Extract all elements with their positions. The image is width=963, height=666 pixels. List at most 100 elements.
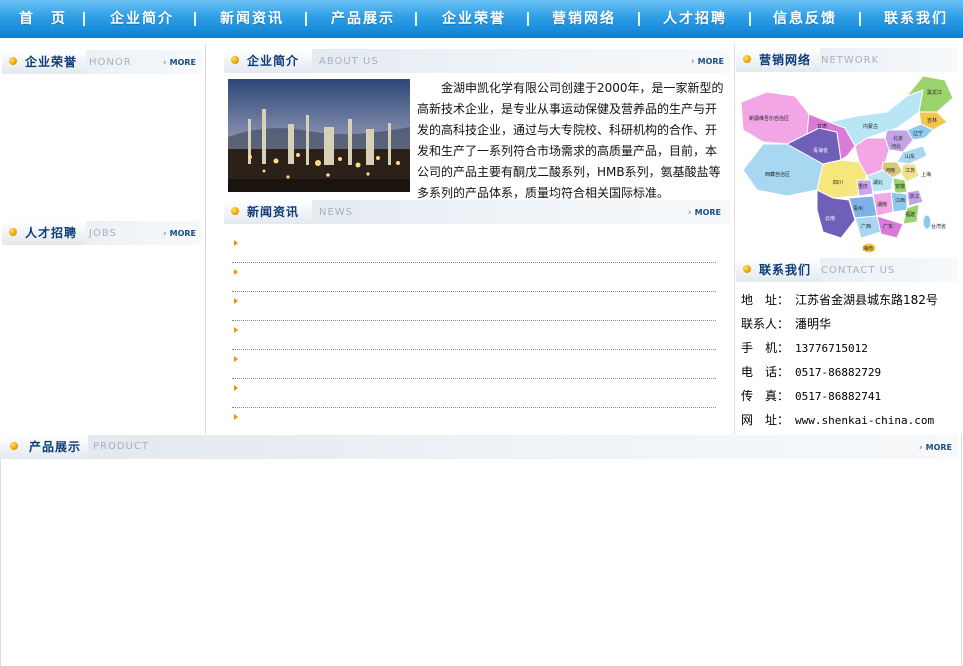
refinery-image (228, 79, 410, 192)
chevron-right-icon: › (690, 57, 695, 67)
svg-text:福建: 福建 (905, 211, 915, 218)
news-list (232, 234, 716, 437)
contact-label: 地 址： (741, 293, 790, 307)
svg-text:江苏: 江苏 (905, 167, 915, 174)
news-section-header: 新闻资讯 NEWS › MORE (224, 200, 730, 224)
refinery-night-photo (228, 79, 410, 192)
nav-jobs[interactable]: 人才招聘 (663, 0, 727, 38)
contact-label: 传 真： (741, 389, 790, 403)
nav-separator (83, 12, 85, 26)
svg-text:重庆: 重庆 (858, 183, 868, 190)
chevron-right-icon: › (162, 229, 167, 239)
bullet-icon (10, 442, 18, 450)
svg-text:贵州: 贵州 (853, 205, 863, 212)
contact-value: 江苏省金湖县城东路182号 (795, 293, 938, 307)
news-title-en: NEWS (319, 207, 354, 218)
nav-products[interactable]: 产品展示 (331, 0, 395, 38)
nav-network[interactable]: 营销网络 (552, 0, 616, 38)
honor-title-en: HONOR (89, 57, 132, 68)
bullet-icon (743, 265, 751, 273)
network-section-header: 营销网络 NETWORK (736, 48, 958, 72)
chevron-right-icon: › (162, 58, 167, 68)
svg-text:广东: 广东 (883, 223, 893, 230)
svg-text:四川: 四川 (833, 180, 843, 186)
nav-about[interactable]: 企业简介 (110, 0, 174, 38)
nav-home[interactable]: 首 页 (19, 0, 67, 38)
svg-text:辽宁: 辽宁 (913, 130, 923, 137)
svg-text:河南: 河南 (885, 167, 895, 174)
honor-more-link[interactable]: › MORE (163, 50, 196, 76)
contact-value: 潘明华 (795, 317, 832, 331)
contact-address: 地 址： 江苏省金湖县城东路182号 (741, 288, 956, 312)
column-divider (734, 44, 735, 434)
contact-section-header: 联系我们 CONTACT US (736, 258, 958, 282)
nav-separator (749, 12, 751, 26)
about-more-link[interactable]: › MORE (691, 49, 724, 75)
svg-text:安徽: 安徽 (895, 183, 905, 190)
news-list-item[interactable] (232, 321, 716, 350)
contact-website-link[interactable]: www.shenkai-china.com (795, 414, 934, 427)
svg-text:青海省: 青海省 (813, 147, 828, 154)
contact-value: 13776715012 (795, 342, 868, 355)
contact-mobile: 手 机： 13776715012 (741, 336, 956, 360)
svg-text:海南: 海南 (863, 245, 873, 252)
arrow-right-icon (234, 269, 238, 275)
nav-separator (527, 12, 529, 26)
top-navigation-bar: 首 页 企业简介 新闻资讯 产品展示 企业荣誉 营销网络 人才招聘 信息反馈 联… (0, 0, 963, 38)
nav-separator (415, 12, 417, 26)
contact-value: 0517-86882741 (795, 390, 882, 403)
honor-title: 企业荣誉 (25, 55, 78, 69)
svg-text:西藏自治区: 西藏自治区 (765, 171, 790, 178)
nav-separator (859, 12, 861, 26)
arrow-right-icon (234, 327, 238, 333)
product-more-link[interactable]: › MORE (919, 435, 952, 461)
svg-text:湖南: 湖南 (877, 201, 887, 208)
contact-title-en: CONTACT US (821, 265, 896, 276)
jobs-more-link[interactable]: › MORE (163, 221, 196, 247)
contact-fax: 传 真： 0517-86882741 (741, 384, 956, 408)
svg-text:湖北: 湖北 (873, 179, 883, 186)
honor-section-header: 企业荣誉 HONOR › MORE (2, 50, 202, 74)
chevron-right-icon: › (687, 208, 692, 218)
svg-text:内蒙古: 内蒙古 (863, 123, 878, 130)
contact-label: 手 机： (741, 341, 790, 355)
news-title: 新闻资讯 (247, 205, 300, 219)
contact-website: 网 址： www.shenkai-china.com (741, 408, 956, 432)
arrow-right-icon (234, 356, 238, 362)
nav-honor[interactable]: 企业荣誉 (442, 0, 506, 38)
news-more-link[interactable]: › MORE (688, 200, 721, 226)
svg-text:广西: 广西 (861, 223, 871, 230)
jobs-section-header: 人才招聘 JOBS › MORE (2, 221, 202, 245)
news-list-item[interactable] (232, 379, 716, 408)
contact-info: 地 址： 江苏省金湖县城东路182号 联系人： 潘明华 手 机： 1377671501… (741, 288, 956, 432)
nav-news[interactable]: 新闻资讯 (220, 0, 284, 38)
bullet-icon (9, 228, 17, 236)
network-title: 营销网络 (759, 53, 812, 67)
network-title-en: NETWORK (821, 55, 880, 66)
bullet-icon (231, 207, 239, 215)
svg-text:上海: 上海 (921, 171, 931, 178)
svg-text:吉林: 吉林 (927, 117, 937, 124)
svg-text:甘肃: 甘肃 (817, 123, 827, 130)
svg-text:云南: 云南 (825, 215, 835, 222)
contact-title: 联系我们 (759, 263, 812, 277)
news-list-item[interactable] (232, 234, 716, 263)
about-section-header: 企业简介 ABOUT US › MORE (224, 49, 730, 73)
about-title: 企业简介 (247, 54, 300, 68)
news-list-item[interactable] (232, 350, 716, 379)
nav-contact[interactable]: 联系我们 (884, 0, 948, 38)
svg-text:北京: 北京 (893, 135, 903, 142)
contact-label: 电 话： (741, 365, 790, 379)
svg-text:浙江: 浙江 (909, 193, 919, 200)
svg-text:山东: 山东 (905, 153, 915, 160)
nav-feedback[interactable]: 信息反馈 (773, 0, 837, 38)
jobs-title-en: JOBS (89, 228, 117, 239)
arrow-right-icon (234, 385, 238, 391)
news-list-item[interactable] (232, 408, 716, 437)
news-list-item[interactable] (232, 292, 716, 321)
product-title-en: PRODUCT (93, 441, 149, 452)
nav-separator (194, 12, 196, 26)
svg-text:黑龙江: 黑龙江 (927, 89, 942, 96)
china-map[interactable]: 新疆维吾尔自治区 西藏自治区 青海省 甘肃 四川 内蒙古 黑龙江 吉林 辽宁 北… (737, 72, 959, 255)
news-list-item[interactable] (232, 263, 716, 292)
